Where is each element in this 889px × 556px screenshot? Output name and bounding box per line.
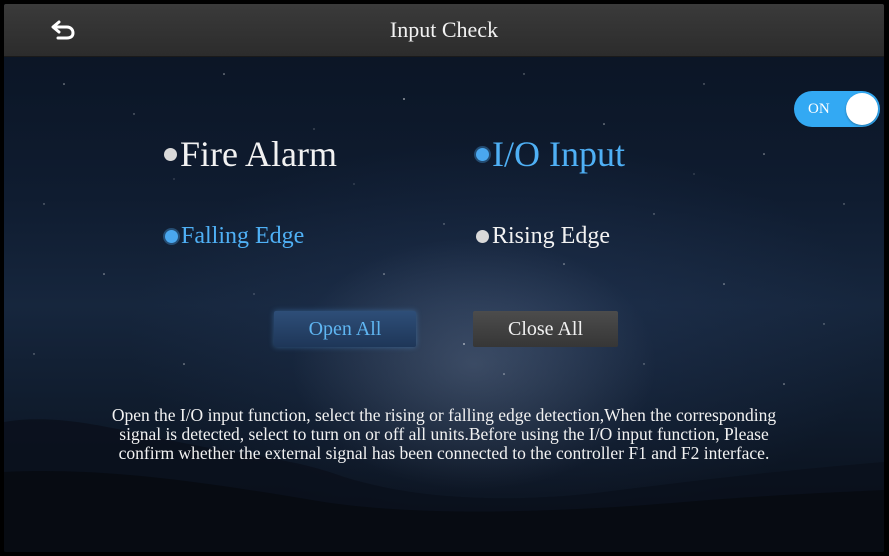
radio-label-falling-edge: Falling Edge (181, 223, 305, 249)
radio-dot-selected-icon (165, 230, 178, 243)
radio-falling-edge[interactable]: Falling Edge (165, 223, 304, 250)
radio-dot-icon (164, 147, 177, 161)
title-bar: Input Check (4, 4, 884, 57)
close-all-button[interactable]: Close All (473, 311, 618, 347)
radio-label-io-input: I/O Input (492, 134, 625, 174)
toggle-label: ON (808, 101, 830, 117)
radio-io-input[interactable]: I/O Input (476, 133, 625, 175)
open-all-button[interactable]: Open All (274, 311, 416, 347)
page-title: Input Check (389, 17, 499, 42)
radio-rising-edge[interactable]: Rising Edge (476, 223, 610, 250)
instruction-text: Open the I/O input function, select the … (111, 405, 777, 463)
enable-toggle[interactable]: ON (794, 91, 880, 127)
radio-fire-alarm[interactable]: Fire Alarm (164, 133, 337, 175)
back-arrow-icon (51, 20, 75, 40)
radio-dot-selected-icon (476, 147, 489, 161)
radio-label-rising-edge: Rising Edge (492, 223, 610, 249)
radio-dot-icon (476, 230, 489, 243)
back-button[interactable] (48, 17, 78, 43)
radio-label-fire-alarm: Fire Alarm (180, 134, 337, 174)
toggle-knob (846, 93, 878, 125)
screen: Input Check ON Fire Alarm I/O Input Fall… (4, 4, 884, 552)
